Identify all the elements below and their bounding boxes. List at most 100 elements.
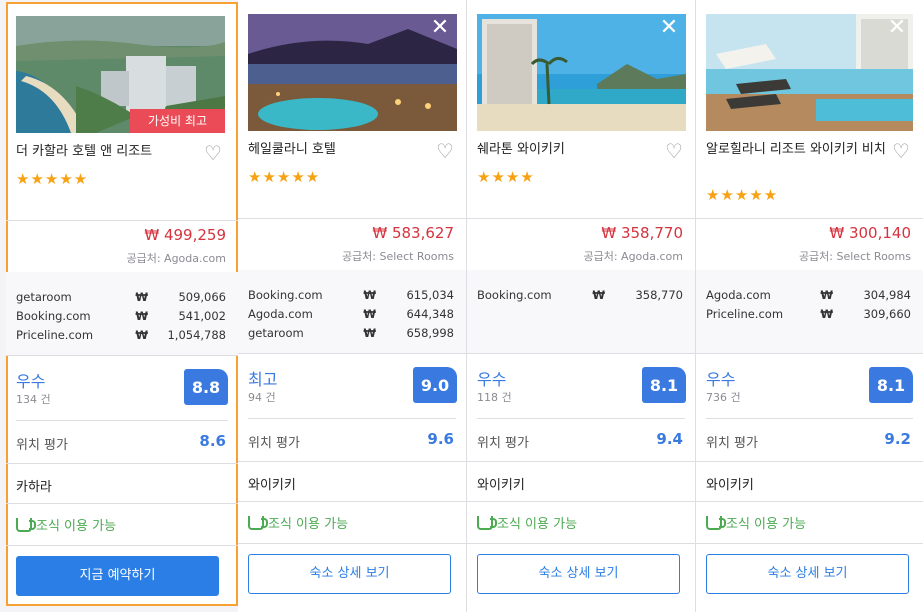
divider — [467, 353, 695, 354]
alt-price: 304,984 — [863, 288, 911, 302]
alt-price: 541,002 — [178, 309, 226, 323]
alt-site: Agoda.com — [248, 307, 313, 321]
alt-site: getaroom — [16, 290, 72, 304]
area-name: 카하라 — [16, 480, 52, 495]
alt-site: Booking.com — [248, 288, 323, 302]
breakfast-label: 조식 이용 가능 — [36, 519, 117, 534]
alternative-prices: Booking.com ₩ 358,770 — [467, 270, 695, 353]
alt-price-row[interactable]: Agoda.com ₩ 644,348 — [248, 305, 454, 324]
main-price[interactable]: ₩ 583,627 — [372, 224, 454, 242]
area-name: 와이키키 — [706, 478, 754, 493]
location-score: 9.6 — [427, 430, 454, 448]
divider — [467, 543, 695, 544]
score-badge: 8.1 — [869, 367, 913, 403]
location-label: 위치 평가 — [477, 436, 529, 451]
divider — [16, 420, 228, 421]
divider — [696, 461, 923, 462]
currency-symbol: ₩ — [592, 288, 605, 302]
hotel-card[interactable]: ✕ 알로힐라니 리조트 와이키키 비치 ♡ ★★★★★ ₩ 300,140 공급… — [696, 0, 923, 612]
alt-price: 309,660 — [863, 307, 911, 321]
review-count[interactable]: 736 건 — [706, 389, 741, 405]
star-rating: ★★★★★ — [706, 186, 779, 204]
divider — [477, 418, 685, 419]
score-badge: 8.8 — [184, 369, 228, 405]
divider — [696, 353, 923, 354]
view-details-button[interactable]: 숙소 상세 보기 — [477, 554, 680, 594]
heart-icon[interactable]: ♡ — [665, 141, 687, 161]
price-provider: 공급처: Agoda.com — [126, 252, 226, 265]
book-now-button[interactable]: 지금 예약하기 — [16, 556, 219, 596]
heart-icon[interactable]: ♡ — [436, 141, 458, 161]
price-provider: 공급처: Agoda.com — [583, 250, 683, 263]
coffee-cup-icon — [248, 516, 268, 530]
breakfast-label: 조식 이용 가능 — [497, 517, 578, 532]
alt-price-row[interactable]: Booking.com ₩ 358,770 — [477, 286, 683, 305]
heart-icon[interactable]: ♡ — [204, 143, 226, 163]
rating-word: 우수 — [477, 370, 507, 389]
main-price[interactable]: ₩ 358,770 — [601, 224, 683, 242]
hotel-name[interactable]: 더 카할라 호텔 앤 리조트 — [16, 142, 196, 161]
coffee-cup-icon — [706, 516, 726, 530]
currency-symbol: ₩ — [820, 307, 833, 321]
divider — [706, 418, 913, 419]
location-label: 위치 평가 — [248, 436, 300, 451]
area-name: 와이키키 — [248, 478, 296, 493]
close-icon[interactable]: ✕ — [883, 14, 911, 42]
location-label: 위치 평가 — [16, 438, 68, 453]
hotel-name[interactable]: 헤일쿨라니 호텔 — [248, 140, 428, 159]
alternative-prices: Booking.com ₩ 615,034 Agoda.com ₩ 644,34… — [238, 270, 466, 353]
alt-price: 615,034 — [406, 288, 454, 302]
review-count[interactable]: 94 건 — [248, 389, 276, 405]
view-details-button[interactable]: 숙소 상세 보기 — [706, 554, 909, 594]
price-provider: 공급처: Select Rooms — [341, 250, 454, 263]
hotel-name[interactable]: 쉐라톤 와이키키 — [477, 140, 657, 159]
alt-price-row[interactable]: getaroom ₩ 658,998 — [248, 324, 454, 343]
hotel-card[interactable]: ✕ 쉐라톤 와이키키 ♡ ★★★★ ₩ 358,770 공급처: Agoda.c… — [467, 0, 696, 612]
alt-price-row[interactable]: Booking.com ₩ 541,002 — [16, 307, 226, 326]
hotel-card[interactable]: 가성비 최고 더 카할라 호텔 앤 리조트 ♡ ★★★★★ ₩ 499,259 … — [6, 2, 238, 606]
alt-price-row[interactable]: getaroom ₩ 509,066 — [16, 288, 226, 307]
divider — [467, 461, 695, 462]
currency-symbol: ₩ — [135, 309, 148, 323]
divider — [6, 463, 238, 464]
alt-price-row[interactable]: Booking.com ₩ 615,034 — [248, 286, 454, 305]
currency-symbol: ₩ — [820, 288, 833, 302]
location-score: 9.4 — [656, 430, 683, 448]
hotel-name[interactable]: 알로힐라니 리조트 와이키키 비치 — [706, 140, 886, 159]
rating-word: 최고 — [248, 370, 278, 389]
divider — [6, 503, 238, 504]
rating-word: 우수 — [706, 370, 736, 389]
alt-site: Agoda.com — [706, 288, 771, 302]
alt-price-row[interactable]: Agoda.com ₩ 304,984 — [706, 286, 911, 305]
alt-price-row[interactable]: Priceline.com ₩ 1,054,788 — [16, 326, 226, 345]
location-score: 9.2 — [884, 430, 911, 448]
view-details-button[interactable]: 숙소 상세 보기 — [248, 554, 451, 594]
review-count[interactable]: 134 건 — [16, 391, 51, 407]
score-badge: 9.0 — [413, 367, 457, 403]
currency-symbol: ₩ — [135, 290, 148, 304]
alt-site: getaroom — [248, 326, 304, 340]
divider — [238, 353, 466, 354]
breakfast-label: 조식 이용 가능 — [726, 517, 807, 532]
hotel-photo[interactable] — [706, 14, 913, 131]
divider — [6, 545, 238, 546]
close-icon[interactable]: ✕ — [655, 14, 683, 42]
area-name: 와이키키 — [477, 478, 525, 493]
heart-icon[interactable]: ♡ — [892, 141, 914, 161]
breakfast-info: 조식 이용 가능 — [706, 513, 806, 532]
breakfast-info: 조식 이용 가능 — [248, 513, 348, 532]
star-rating: ★★★★★ — [16, 170, 89, 188]
close-icon[interactable]: ✕ — [426, 14, 454, 42]
divider — [238, 501, 466, 502]
best-value-badge: 가성비 최고 — [130, 109, 225, 133]
currency-symbol: ₩ — [363, 288, 376, 302]
review-count[interactable]: 118 건 — [477, 389, 512, 405]
breakfast-info: 조식 이용 가능 — [16, 515, 116, 534]
main-price[interactable]: ₩ 300,140 — [829, 224, 911, 242]
alt-price-row[interactable]: Priceline.com ₩ 309,660 — [706, 305, 911, 324]
main-price[interactable]: ₩ 499,259 — [144, 226, 226, 244]
divider — [696, 543, 923, 544]
hotel-card[interactable]: ✕ 헤일쿨라니 호텔 ♡ ★★★★★ ₩ 583,627 공급처: Select… — [238, 0, 467, 612]
location-label: 위치 평가 — [706, 436, 758, 451]
location-score: 8.6 — [199, 432, 226, 450]
